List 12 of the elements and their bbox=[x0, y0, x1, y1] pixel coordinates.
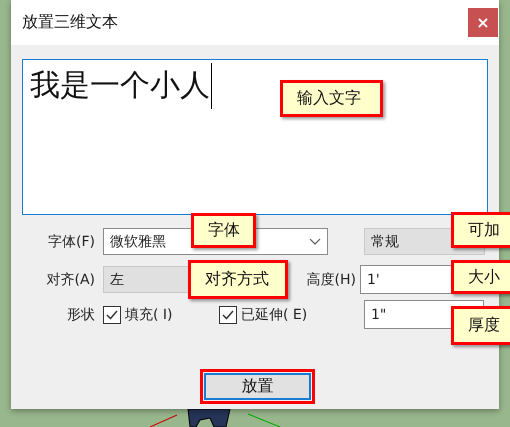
shape-label: 形状 bbox=[66, 306, 95, 324]
align-label: 对齐(A) bbox=[45, 270, 95, 288]
font-label: 字体(F) bbox=[47, 232, 95, 250]
callout-tooltip: 厚度 bbox=[451, 306, 510, 345]
callout-tooltip: 输入文字 bbox=[280, 80, 383, 117]
callout-tooltip: 大小 bbox=[451, 260, 510, 294]
height-label: 高度(H) bbox=[306, 270, 356, 288]
window-title: 放置三维文本 bbox=[22, 12, 118, 33]
text-value: 我是一个小人 bbox=[30, 63, 212, 109]
callout-tooltip: 对齐方式 bbox=[188, 260, 288, 299]
callout-tooltip: 可加 bbox=[451, 212, 510, 248]
callout-tooltip: 字体 bbox=[191, 213, 256, 248]
